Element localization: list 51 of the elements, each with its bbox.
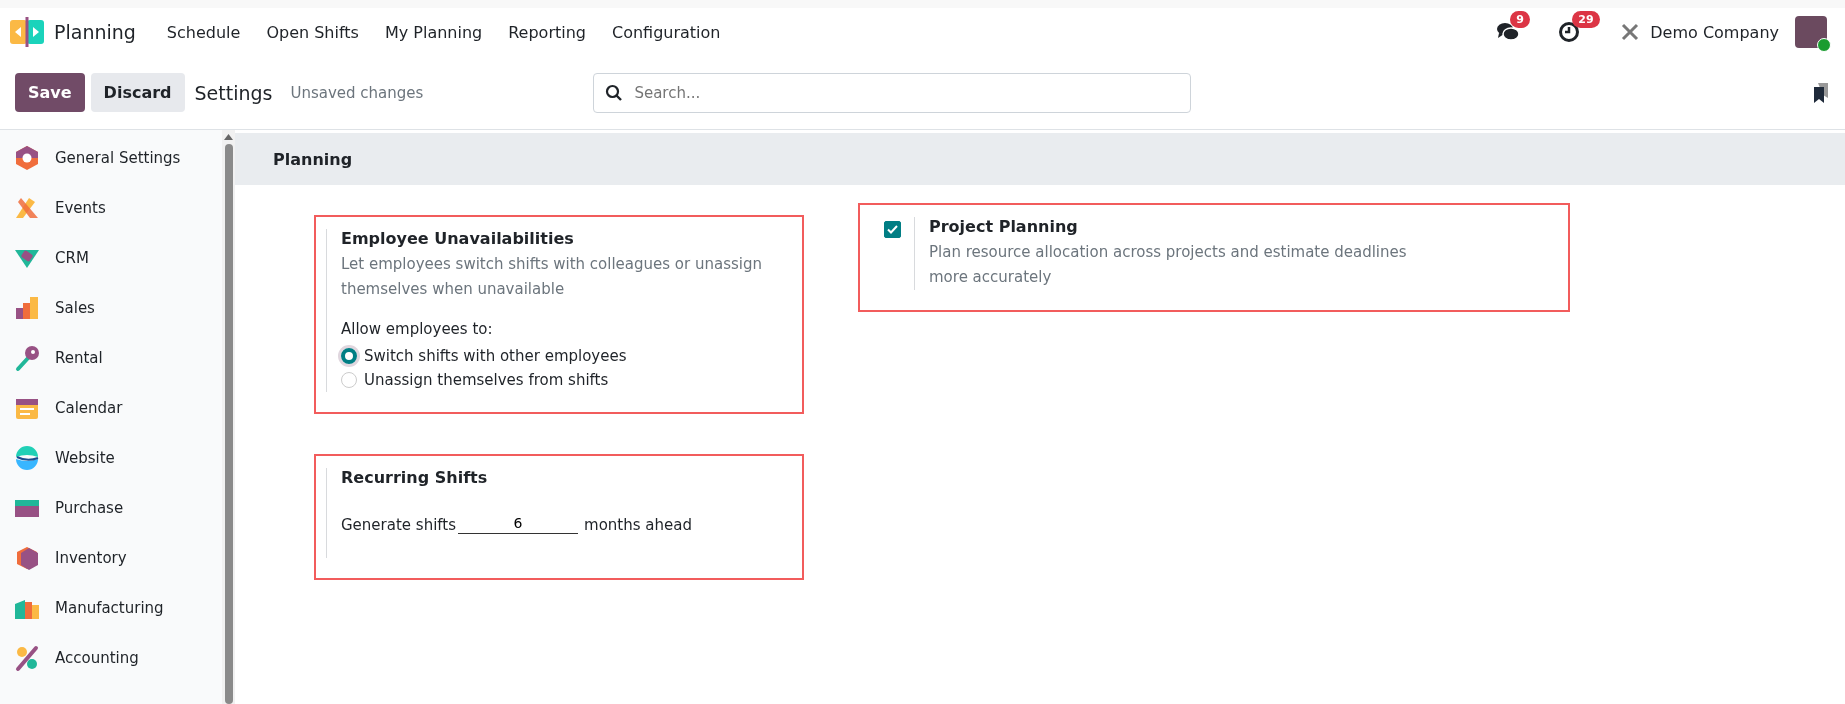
- setting-title: Recurring Shifts: [341, 468, 489, 487]
- setting-title: Employee Unavailabilities: [341, 229, 575, 248]
- notification-badge: 29: [1572, 11, 1600, 28]
- unsaved-status: Unsaved changes: [290, 83, 424, 102]
- page-title: Settings: [194, 81, 273, 104]
- clock-icon[interactable]: [1558, 21, 1581, 43]
- key-icon: [13, 344, 41, 372]
- sidebar-item[interactable]: Calendar: [0, 383, 222, 433]
- search-field[interactable]: Search...: [593, 72, 1192, 113]
- menu-item[interactable]: Configuration: [599, 16, 734, 48]
- sidebar-item[interactable]: Manufacturing: [0, 583, 222, 633]
- hexagon-icon: [13, 144, 41, 172]
- sidebar-item[interactable]: Rental: [0, 333, 222, 383]
- menu-item[interactable]: Open Shifts: [253, 16, 372, 48]
- sidebar-item[interactable]: Events: [0, 183, 222, 233]
- sidebar-item[interactable]: General Settings: [0, 133, 222, 183]
- section-header: Planning: [235, 133, 1845, 185]
- radio-label[interactable]: Unassign themselves from shifts: [364, 371, 609, 389]
- setting-description: Plan resource allocation across projects and estimate deadlines more accurately: [929, 242, 1408, 288]
- scrollbar[interactable]: [222, 130, 235, 704]
- chat-icon[interactable]: [1496, 21, 1521, 43]
- percent-icon: [13, 644, 41, 672]
- save-button[interactable]: Save: [15, 73, 85, 112]
- notification-badge: 9: [1510, 11, 1530, 28]
- sidebar-item[interactable]: Accounting: [0, 633, 222, 683]
- radio-button[interactable]: [341, 348, 357, 364]
- setting-title: Project Planning: [929, 217, 1079, 236]
- search-icon: [605, 83, 624, 102]
- bookmark-icon[interactable]: [1812, 81, 1830, 104]
- sidebar-item[interactable]: Website: [0, 433, 222, 483]
- app-name[interactable]: Planning: [54, 21, 136, 43]
- menu-item[interactable]: Schedule: [153, 16, 254, 48]
- menu-item[interactable]: My Planning: [371, 16, 496, 48]
- option-label: Allow employees to:: [341, 320, 494, 338]
- globe-icon: [13, 444, 41, 472]
- company-name[interactable]: Demo Company: [1650, 22, 1779, 42]
- sidebar-item[interactable]: Sales: [0, 283, 222, 333]
- radio-label[interactable]: Switch shifts with other employees: [364, 347, 627, 365]
- setting-description: Let employees switch shifts with colleagues or unassign themselves when unavailable: [341, 254, 763, 300]
- sidebar-item[interactable]: CRM: [0, 233, 222, 283]
- bar-chart-icon: [13, 294, 41, 322]
- field-label: Generate shifts: [341, 516, 457, 534]
- sidebar-item[interactable]: Inventory: [0, 533, 222, 583]
- checkbox[interactable]: [884, 221, 901, 238]
- checkmark-icon: [887, 225, 898, 234]
- app-logo-icon[interactable]: [10, 17, 44, 47]
- field-suffix: months ahead: [584, 516, 692, 534]
- discard-button[interactable]: Discard: [90, 73, 185, 112]
- menu-item[interactable]: Reporting: [495, 16, 599, 48]
- sidebar-item[interactable]: Purchase: [0, 483, 222, 533]
- scroll-up-icon[interactable]: [224, 134, 233, 140]
